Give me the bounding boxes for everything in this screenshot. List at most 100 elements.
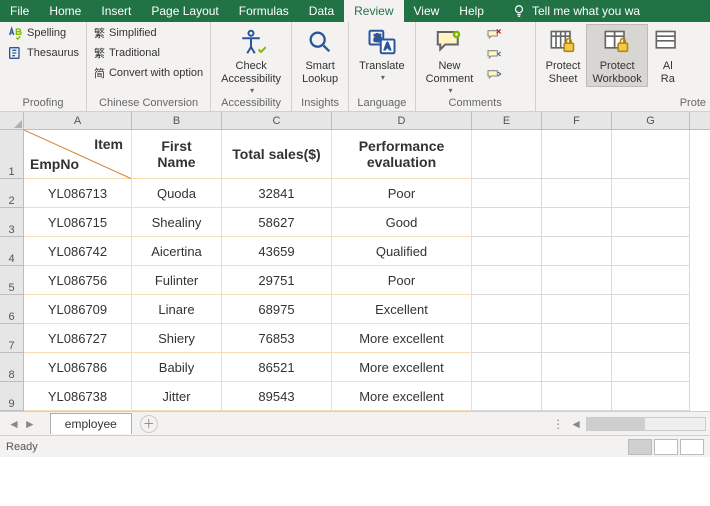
cell[interactable]: Performanceevaluation — [332, 130, 472, 179]
cell[interactable]: Excellent — [332, 295, 472, 324]
cell[interactable] — [542, 237, 612, 266]
cell[interactable]: Shealiny — [132, 208, 222, 237]
cell[interactable] — [542, 179, 612, 208]
allow-ranges-button[interactable]: AlRa — [648, 24, 688, 86]
cell[interactable] — [612, 266, 690, 295]
col-header-C[interactable]: C — [222, 112, 332, 129]
cell[interactable] — [542, 324, 612, 353]
cell[interactable] — [542, 266, 612, 295]
traditional-button[interactable]: 繁 Traditional — [91, 44, 206, 62]
cell[interactable]: YL086738 — [24, 382, 132, 411]
new-comment-button[interactable]: NewComment▾ — [420, 24, 480, 96]
simplified-button[interactable]: 繁 Simplified — [91, 24, 206, 42]
cell[interactable]: Quoda — [132, 179, 222, 208]
cell[interactable] — [472, 179, 542, 208]
cell[interactable]: Total sales($) — [222, 130, 332, 179]
cell[interactable] — [472, 208, 542, 237]
cell[interactable] — [542, 382, 612, 411]
page-break-view-button[interactable] — [680, 439, 704, 455]
hscroll-left-icon[interactable]: ◄ — [570, 417, 582, 431]
cell[interactable] — [472, 324, 542, 353]
protect-sheet-button[interactable]: ProtectSheet — [540, 24, 587, 86]
cell[interactable]: 89543 — [222, 382, 332, 411]
row-header-7[interactable]: 7 — [0, 324, 24, 353]
row-header-5[interactable]: 5 — [0, 266, 24, 295]
next-comment-icon[interactable] — [485, 68, 503, 84]
cell[interactable]: YL086786 — [24, 353, 132, 382]
nav-prev-icon[interactable]: ◄ — [8, 417, 20, 431]
cell[interactable] — [612, 208, 690, 237]
cell[interactable]: YL086756 — [24, 266, 132, 295]
cell[interactable]: Poor — [332, 266, 472, 295]
cell[interactable]: FirstName — [132, 130, 222, 179]
cell[interactable]: Qualified — [332, 237, 472, 266]
cell[interactable]: Poor — [332, 179, 472, 208]
tab-home[interactable]: Home — [39, 0, 91, 22]
cell[interactable] — [472, 130, 542, 179]
cell[interactable]: 32841 — [222, 179, 332, 208]
row-header-1[interactable]: 1 — [0, 130, 24, 179]
row-header-8[interactable]: 8 — [0, 353, 24, 382]
col-header-B[interactable]: B — [132, 112, 222, 129]
tab-data[interactable]: Data — [299, 0, 344, 22]
cell[interactable] — [472, 382, 542, 411]
cell[interactable] — [472, 353, 542, 382]
smart-lookup-button[interactable]: SmartLookup — [296, 24, 344, 86]
cell[interactable]: YL086727 — [24, 324, 132, 353]
cell[interactable]: YL086715 — [24, 208, 132, 237]
translate-button[interactable]: あA Translate▾ — [353, 24, 410, 83]
row-header-4[interactable]: 4 — [0, 237, 24, 266]
add-sheet-button[interactable]: ＋ — [140, 415, 158, 433]
cell[interactable] — [612, 382, 690, 411]
cell[interactable]: YL086709 — [24, 295, 132, 324]
cell[interactable] — [612, 237, 690, 266]
cell[interactable]: 58627 — [222, 208, 332, 237]
convert-option-button[interactable]: 简 Convert with option — [91, 64, 206, 82]
cell[interactable]: More excellent — [332, 382, 472, 411]
cell[interactable]: Good — [332, 208, 472, 237]
cell[interactable] — [472, 237, 542, 266]
horizontal-scrollbar[interactable] — [586, 417, 706, 431]
row-header-3[interactable]: 3 — [0, 208, 24, 237]
nav-next-icon[interactable]: ► — [24, 417, 36, 431]
row-header-2[interactable]: 2 — [0, 179, 24, 208]
row-header-6[interactable]: 6 — [0, 295, 24, 324]
normal-view-button[interactable] — [628, 439, 652, 455]
tab-file[interactable]: File — [0, 0, 39, 22]
tab-page-layout[interactable]: Page Layout — [141, 0, 228, 22]
tab-formulas[interactable]: Formulas — [229, 0, 299, 22]
cell[interactable] — [542, 208, 612, 237]
cell[interactable]: More excellent — [332, 324, 472, 353]
cell[interactable]: ItemEmpNo — [24, 130, 132, 179]
cell[interactable] — [542, 295, 612, 324]
cell[interactable]: 29751 — [222, 266, 332, 295]
page-layout-view-button[interactable] — [654, 439, 678, 455]
col-header-E[interactable]: E — [472, 112, 542, 129]
tab-insert[interactable]: Insert — [91, 0, 141, 22]
tab-review[interactable]: Review — [344, 0, 403, 22]
protect-workbook-button[interactable]: ProtectWorkbook — [586, 24, 647, 87]
cell[interactable] — [612, 353, 690, 382]
tab-help[interactable]: Help — [449, 0, 494, 22]
cell[interactable] — [542, 130, 612, 179]
cell[interactable] — [472, 266, 542, 295]
sheet-nav[interactable]: ◄ ► — [0, 417, 44, 431]
cell[interactable]: 43659 — [222, 237, 332, 266]
col-header-A[interactable]: A — [24, 112, 132, 129]
sheet-tab-employee[interactable]: employee — [50, 413, 132, 434]
spelling-button[interactable]: Spelling — [4, 24, 82, 42]
cell[interactable]: Fulinter — [132, 266, 222, 295]
worksheet-grid[interactable]: 123456789 ItemEmpNoFirstNameTotal sales(… — [0, 130, 710, 411]
cell[interactable]: 76853 — [222, 324, 332, 353]
col-header-F[interactable]: F — [542, 112, 612, 129]
cell[interactable]: Shiery — [132, 324, 222, 353]
cell[interactable]: 68975 — [222, 295, 332, 324]
prev-comment-icon[interactable] — [485, 48, 503, 64]
tab-view[interactable]: View — [404, 0, 450, 22]
cell[interactable] — [542, 353, 612, 382]
thesaurus-button[interactable]: Thesaurus — [4, 44, 82, 62]
cell[interactable]: Linare — [132, 295, 222, 324]
col-header-G[interactable]: G — [612, 112, 690, 129]
cell[interactable] — [472, 295, 542, 324]
check-accessibility-button[interactable]: CheckAccessibility▾ — [215, 24, 287, 96]
